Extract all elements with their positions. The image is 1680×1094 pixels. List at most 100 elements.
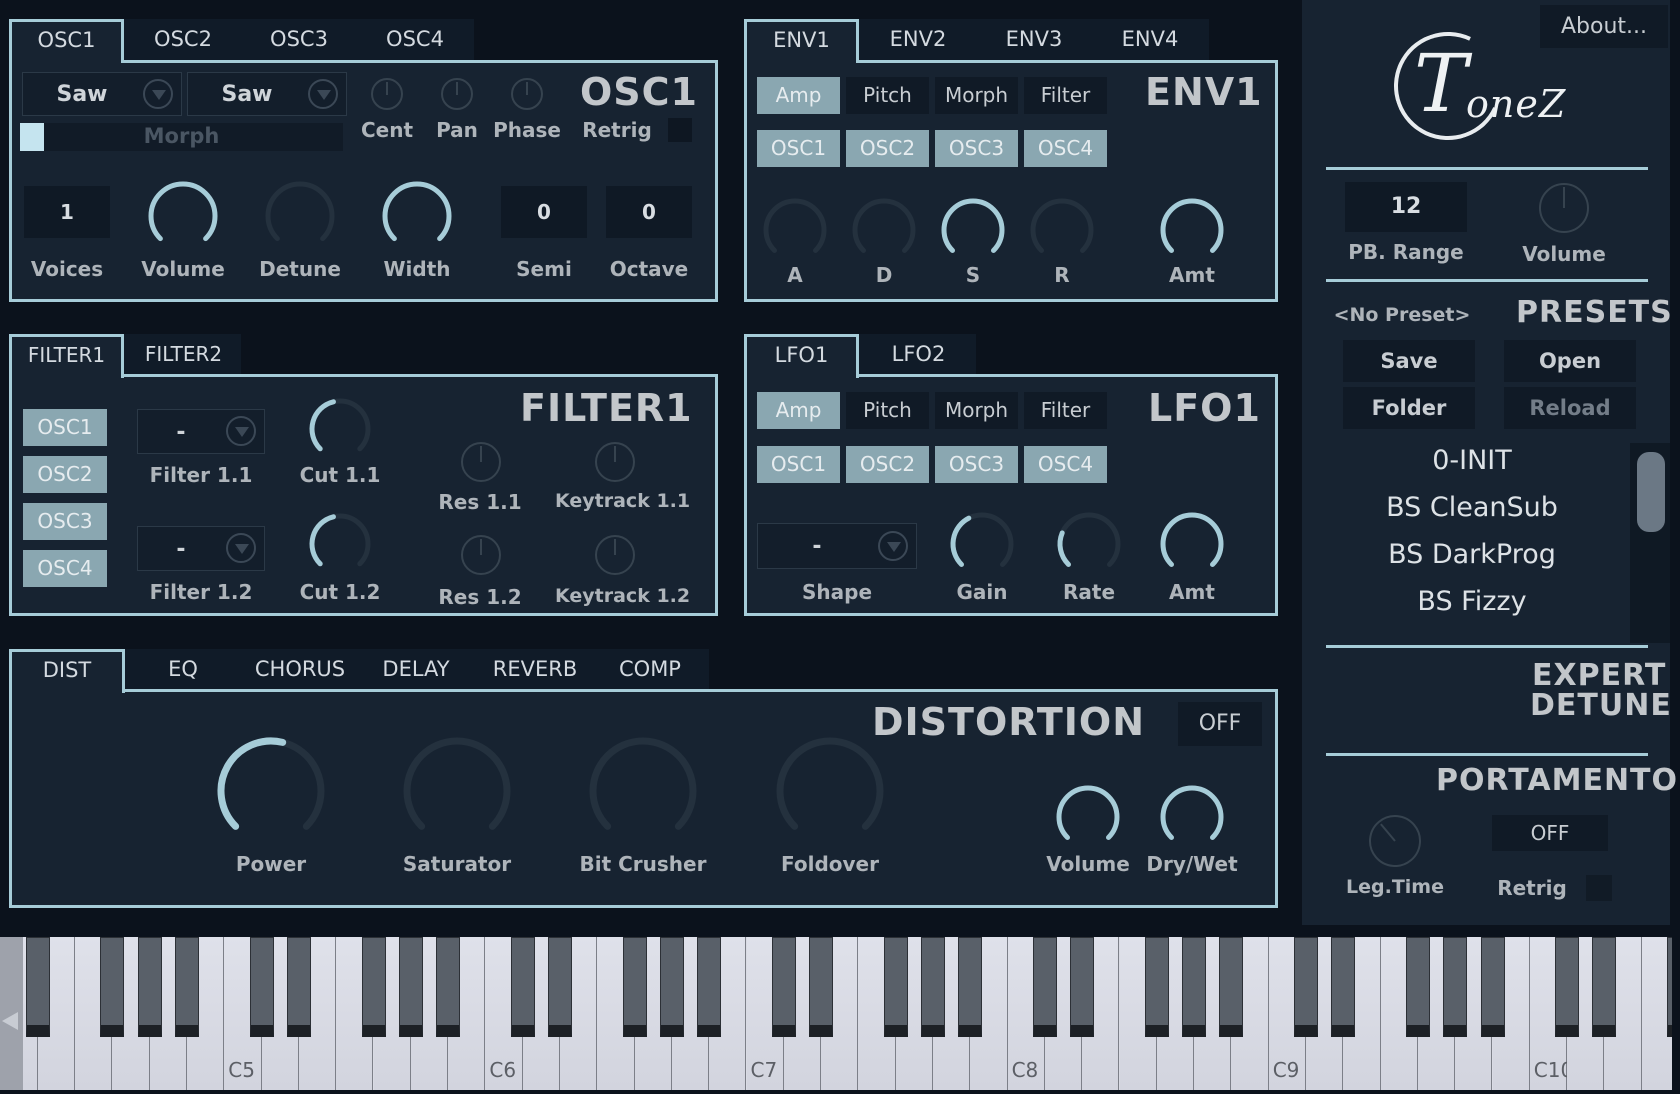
piano-black-key[interactable] xyxy=(548,937,572,1037)
saturator-knob[interactable] xyxy=(403,737,511,844)
tab-lfo2[interactable]: LFO2 xyxy=(862,334,975,375)
width-knob[interactable] xyxy=(382,181,452,251)
keytrack-1-2-knob[interactable] xyxy=(595,535,635,575)
dry-wet-knob[interactable] xyxy=(1160,785,1224,849)
lfo-osc-osc3-button[interactable]: OSC3 xyxy=(935,446,1018,483)
tab-env3[interactable]: ENV3 xyxy=(979,19,1089,60)
piano-black-key[interactable] xyxy=(436,937,461,1037)
dist-volume-knob[interactable] xyxy=(1056,785,1120,849)
piano-black-key[interactable] xyxy=(1032,937,1057,1037)
piano-black-key[interactable] xyxy=(100,937,125,1037)
env-target-filter-button[interactable]: Filter xyxy=(1024,77,1107,114)
piano-black-key[interactable] xyxy=(697,937,722,1037)
piano-black-key[interactable] xyxy=(1667,937,1672,1037)
lfo-target-filter-button[interactable]: Filter xyxy=(1024,392,1107,429)
res-1-2-knob[interactable] xyxy=(461,535,501,575)
filter-osc-1-button[interactable]: OSC1 xyxy=(23,409,107,446)
env-decay-knob[interactable] xyxy=(852,198,916,262)
foldover-knob[interactable] xyxy=(776,737,884,844)
piano-black-key[interactable] xyxy=(361,937,386,1037)
preset-list-item[interactable]: BS CleanSub xyxy=(1322,492,1622,523)
piano-black-key[interactable] xyxy=(883,937,908,1037)
phase-knob[interactable] xyxy=(511,78,543,110)
detune-knob[interactable] xyxy=(265,181,335,251)
env-osc-osc4-button[interactable]: OSC4 xyxy=(1024,130,1107,167)
lfo-osc-osc2-button[interactable]: OSC2 xyxy=(846,446,929,483)
tab-env2[interactable]: ENV2 xyxy=(863,19,973,60)
env-target-morph-button[interactable]: Morph xyxy=(935,77,1018,114)
filter-osc-3-button[interactable]: OSC3 xyxy=(23,503,107,540)
piano-black-key[interactable] xyxy=(1331,937,1356,1037)
porta-retrig-checkbox[interactable] xyxy=(1586,875,1612,901)
osc-volume-knob[interactable] xyxy=(148,181,218,251)
filter-1-1-type-dropdown[interactable]: - xyxy=(137,409,265,454)
lfo-target-pitch-button[interactable]: Pitch xyxy=(846,392,929,429)
res-1-1-knob[interactable] xyxy=(461,442,501,482)
bit-crusher-knob[interactable] xyxy=(589,737,697,844)
tab-dist[interactable]: DIST xyxy=(9,649,125,693)
cut-1-2-knob[interactable] xyxy=(309,513,371,575)
lfo-rate-knob[interactable] xyxy=(1057,512,1121,576)
piano-black-key[interactable] xyxy=(137,937,162,1037)
lfo-gain-knob[interactable] xyxy=(950,512,1014,576)
pan-knob[interactable] xyxy=(441,78,473,110)
reload-button[interactable]: Reload xyxy=(1504,387,1636,429)
morph-slider[interactable]: Morph xyxy=(20,123,343,151)
tab-filter1[interactable]: FILTER1 xyxy=(9,334,124,378)
tab-delay[interactable]: DELAY xyxy=(366,649,466,690)
cut-1-1-knob[interactable] xyxy=(309,398,371,460)
piano-black-key[interactable] xyxy=(1443,937,1468,1037)
env-amount-knob[interactable] xyxy=(1160,198,1224,262)
keyboard-scroll-left[interactable] xyxy=(0,937,23,1090)
tab-reverb[interactable]: REVERB xyxy=(480,649,590,690)
distortion-toggle-button[interactable]: OFF xyxy=(1178,702,1262,746)
piano-black-key[interactable] xyxy=(1555,937,1580,1037)
voices-value[interactable]: 1 xyxy=(24,186,110,238)
env-sustain-knob[interactable] xyxy=(941,198,1005,262)
lfo-osc-osc4-button[interactable]: OSC4 xyxy=(1024,446,1107,483)
tab-osc4[interactable]: OSC4 xyxy=(360,19,470,60)
preset-list-item[interactable]: 0-INIT xyxy=(1322,445,1622,476)
octave-value[interactable]: 0 xyxy=(606,186,692,238)
piano-black-key[interactable] xyxy=(1144,937,1169,1037)
lfo-shape-dropdown[interactable]: - xyxy=(757,523,917,569)
tab-eq[interactable]: EQ xyxy=(133,649,233,690)
lfo-amount-knob[interactable] xyxy=(1160,512,1224,576)
piano-black-key[interactable] xyxy=(771,937,796,1037)
osc-wave2-dropdown[interactable]: Saw xyxy=(187,72,347,116)
piano-black-key[interactable] xyxy=(1480,937,1505,1037)
tab-chorus[interactable]: CHORUS xyxy=(245,649,355,690)
preset-list-item[interactable]: BS DarkProg xyxy=(1322,539,1622,570)
pb-range-value[interactable]: 12 xyxy=(1345,182,1467,232)
filter-osc-2-button[interactable]: OSC2 xyxy=(23,456,107,493)
piano-black-key[interactable] xyxy=(809,937,834,1037)
piano-black-key[interactable] xyxy=(1070,937,1095,1037)
preset-list-scrollbar[interactable] xyxy=(1630,443,1670,643)
piano-black-key[interactable] xyxy=(1182,937,1207,1037)
filter-osc-4-button[interactable]: OSC4 xyxy=(23,550,107,587)
preset-list-scroll-thumb[interactable] xyxy=(1637,452,1665,532)
tab-osc1[interactable]: OSC1 xyxy=(9,19,124,63)
lfo-osc-osc1-button[interactable]: OSC1 xyxy=(757,446,840,483)
env-target-pitch-button[interactable]: Pitch xyxy=(846,77,929,114)
tab-lfo1[interactable]: LFO1 xyxy=(744,334,859,378)
piano-black-key[interactable] xyxy=(1219,937,1244,1037)
piano-black-key[interactable] xyxy=(921,937,945,1037)
piano-black-key[interactable] xyxy=(398,937,423,1037)
save-preset-button[interactable]: Save xyxy=(1343,340,1475,382)
folder-button[interactable]: Folder xyxy=(1343,387,1475,429)
tab-osc3[interactable]: OSC3 xyxy=(244,19,354,60)
portamento-toggle-button[interactable]: OFF xyxy=(1492,815,1608,851)
osc-wave1-dropdown[interactable]: Saw xyxy=(22,72,182,116)
tab-filter2[interactable]: FILTER2 xyxy=(127,334,240,375)
piano-black-key[interactable] xyxy=(622,937,647,1037)
filter-1-2-type-dropdown[interactable]: - xyxy=(137,526,265,571)
env-osc-osc2-button[interactable]: OSC2 xyxy=(846,130,929,167)
piano-black-key[interactable] xyxy=(175,937,199,1037)
lfo-target-amp-button[interactable]: Amp xyxy=(757,392,840,429)
env-osc-osc1-button[interactable]: OSC1 xyxy=(757,130,840,167)
env-target-amp-button[interactable]: Amp xyxy=(757,77,840,114)
piano-black-key[interactable] xyxy=(1294,937,1318,1037)
piano-black-key[interactable] xyxy=(958,937,983,1037)
tab-osc2[interactable]: OSC2 xyxy=(128,19,238,60)
